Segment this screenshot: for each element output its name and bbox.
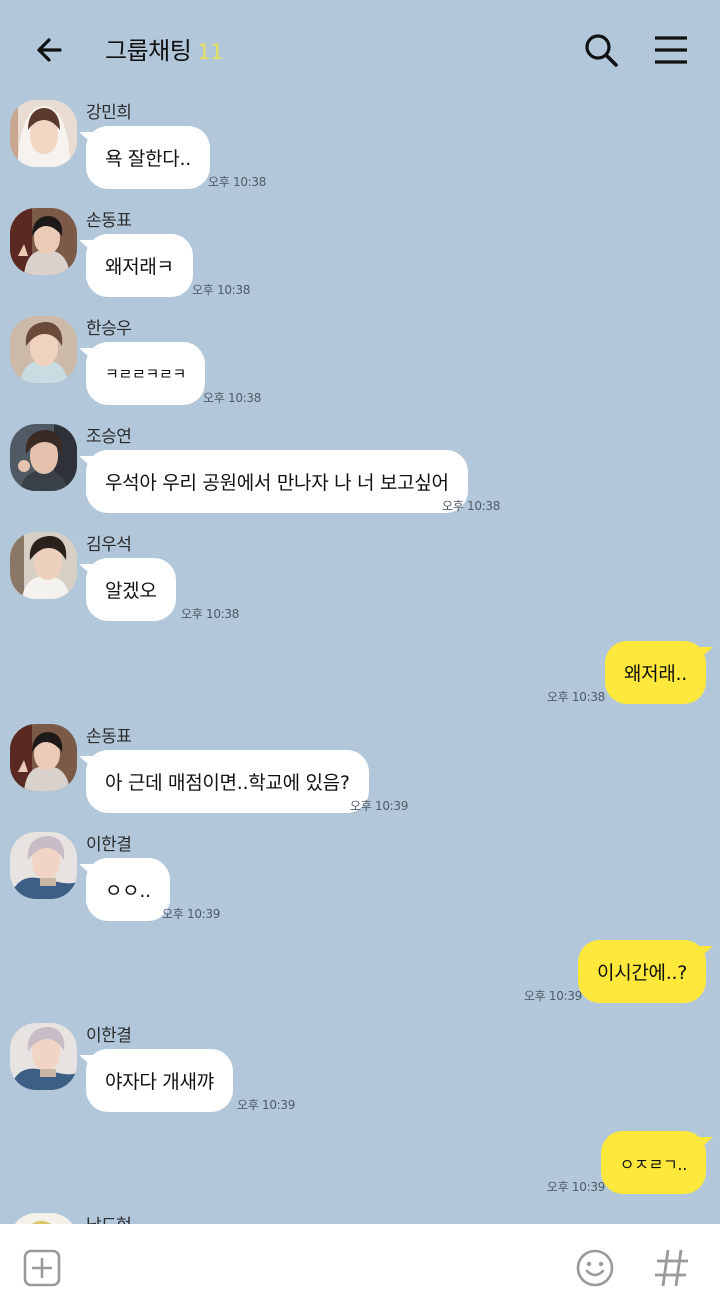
chat-room-name: 그룹채팅: [105, 37, 192, 65]
chat-messages[interactable]: 강민희 욕 잘한다.. 오후 10:38 손동표 왜저래ㅋ 오후 10:38 한…: [0, 98, 720, 1224]
sender-name: 강민희: [86, 103, 132, 123]
arrow-left-icon[interactable]: [30, 30, 70, 70]
message-incoming: 한승우 ㅋㄹㄹㅋㄹㅋ 오후 10:38: [0, 314, 720, 414]
message-time: 오후 10:38: [546, 690, 605, 704]
sender-name: 남도현: [86, 1211, 132, 1224]
message-time: 오후 10:39: [350, 799, 409, 813]
message-text: 욕 잘한다..: [105, 148, 191, 170]
avatar[interactable]: [10, 316, 77, 383]
message-bubble[interactable]: 욕 잘한다..: [86, 126, 210, 189]
message-bubble[interactable]: 왜저래..: [604, 641, 706, 704]
message-time: 오후 10:38: [203, 391, 262, 405]
plus-square-icon[interactable]: [22, 1248, 62, 1288]
message-time: 오후 10:38: [192, 283, 251, 297]
input-bar: [0, 1224, 720, 1309]
hamburger-menu-icon[interactable]: [650, 30, 692, 70]
message-incoming: 김우석 알겠오 오후 10:38: [0, 530, 720, 630]
sender-name: 이한결: [86, 835, 132, 855]
avatar[interactable]: [10, 832, 77, 899]
message-text: 왜저래ㅋ: [105, 256, 174, 278]
search-icon[interactable]: [581, 30, 621, 70]
message-bubble[interactable]: ㅇㅈㄹㄱ..: [600, 1131, 706, 1194]
message-incoming: 손동표 아 근데 매점이면..학교에 있음? 오후 10:39: [0, 722, 720, 822]
avatar[interactable]: [10, 100, 77, 167]
message-time: 오후 10:38: [208, 175, 267, 189]
message-text: 이시간에..?: [597, 962, 687, 984]
message-bubble[interactable]: 알겠오: [86, 558, 176, 621]
message-bubble[interactable]: 이시간에..?: [578, 940, 706, 1003]
sender-name: 김우석: [86, 535, 132, 555]
message-incoming: 조승연 우석아 우리 공원에서 만나자 나 너 보고싶어 오후 10:38: [0, 422, 720, 522]
message-bubble[interactable]: ㅋㄹㄹㅋㄹㅋ: [86, 342, 206, 405]
message-text: 야자다 개새꺄: [105, 1071, 214, 1093]
message-outgoing: 이시간에..? 오후 10:39: [0, 940, 720, 1006]
message-outgoing: 왜저래.. 오후 10:38: [0, 641, 720, 707]
message-time: 오후 10:39: [523, 989, 582, 1003]
message-text: 아 근데 매점이면..학교에 있음?: [105, 772, 350, 794]
message-time: 오후 10:38: [181, 607, 240, 621]
avatar[interactable]: [10, 208, 77, 275]
message-bubble[interactable]: 야자다 개새꺄: [86, 1049, 233, 1112]
member-count: 11: [197, 40, 224, 64]
message-time: 오후 10:38: [442, 499, 501, 513]
message-incoming: 이한결 야자다 개새꺄 오후 10:39: [0, 1021, 720, 1121]
avatar[interactable]: [10, 424, 77, 491]
message-bubble[interactable]: 우석아 우리 공원에서 만나자 나 너 보고싶어: [86, 450, 468, 513]
smiley-icon[interactable]: [575, 1248, 615, 1288]
message-time: 오후 10:39: [237, 1098, 296, 1112]
message-incoming: 남도현: [0, 1211, 720, 1224]
sender-name: 한승우: [86, 319, 132, 339]
message-text: 우석아 우리 공원에서 만나자 나 너 보고싶어: [105, 472, 449, 494]
sender-name: 조승연: [86, 427, 132, 447]
avatar[interactable]: [10, 532, 77, 599]
message-incoming: 손동표 왜저래ㅋ 오후 10:38: [0, 206, 720, 306]
message-time: 오후 10:39: [546, 1180, 605, 1194]
avatar[interactable]: [10, 1023, 77, 1090]
message-bubble[interactable]: 아 근데 매점이면..학교에 있음?: [86, 750, 369, 813]
message-bubble[interactable]: 왜저래ㅋ: [86, 234, 193, 297]
message-incoming: 이한결 ㅇㅇ.. 오후 10:39: [0, 830, 720, 930]
message-outgoing: ㅇㅈㄹㄱ.. 오후 10:39: [0, 1131, 720, 1197]
sender-name: 손동표: [86, 211, 132, 231]
hashtag-icon[interactable]: [652, 1246, 692, 1290]
chat-header: 그룹채팅 11: [0, 0, 720, 98]
avatar[interactable]: [10, 724, 77, 791]
message-text: ㅇㅈㄹㄱ..: [619, 1154, 688, 1174]
message-time: 오후 10:39: [162, 907, 221, 921]
chat-title: 그룹채팅 11: [105, 31, 224, 66]
message-text: 왜저래..: [623, 663, 687, 685]
message-incoming: 강민희 욕 잘한다.. 오후 10:38: [0, 98, 720, 198]
message-text: ㅋㄹㄹㅋㄹㅋ: [105, 365, 187, 383]
message-text: 알겠오: [105, 580, 157, 602]
sender-name: 이한결: [86, 1026, 132, 1046]
message-text: ㅇㅇ..: [105, 880, 151, 902]
avatar[interactable]: [10, 1213, 77, 1224]
sender-name: 손동표: [86, 727, 132, 747]
message-bubble[interactable]: ㅇㅇ..: [86, 858, 170, 921]
